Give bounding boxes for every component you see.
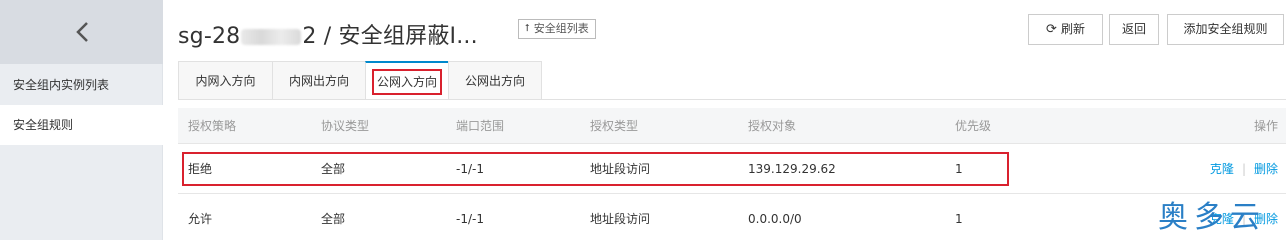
tab-intranet-outbound[interactable]: 内网出方向 [272,61,366,100]
col-actions: 操作 [1253,119,1278,133]
direction-tabs: 内网入方向 内网出方向 公网入方向 公网出方向 [178,61,542,100]
main-content: sg-28 2 / 安全组屏蔽I... ⭡ 安全组列表 ⟳ 刷新 返回 添加安全组规… [164,0,1286,240]
chevron-left-icon [75,22,88,42]
delete-link[interactable]: 删除 [1254,162,1278,176]
cell-auth-type: 地址段访问 [590,162,651,176]
upload-arrow-icon: ⭡ [525,23,530,34]
title-suffix: 2 / 安全组屏蔽I... [302,24,478,49]
table-row: 允许 全部 -1/-1 地址段访问 0.0.0.0/0 1 克隆 | 删除 [178,194,1286,240]
tab-divider [178,99,1286,100]
cell-policy: 允许 [188,212,213,226]
cell-protocol: 全部 [321,162,346,176]
col-policy: 授权策略 [188,119,237,133]
cell-target: 0.0.0.0/0 [748,212,802,226]
cell-priority: 1 [955,212,963,226]
tab-intranet-inbound[interactable]: 内网入方向 [178,61,273,100]
table-header: 授权策略 协议类型 端口范围 授权类型 授权对象 优先级 操作 [178,108,1286,144]
sg-list-button[interactable]: ⭡ 安全组列表 [518,19,596,39]
clone-link[interactable]: 克隆 [1210,162,1234,176]
title-prefix: sg-28 [178,24,241,49]
col-auth-type: 授权类型 [590,119,639,133]
cell-protocol: 全部 [321,212,346,226]
cell-policy: 拒绝 [188,162,213,176]
sidebar-item-instance-list[interactable]: 安全组内实例列表 [0,65,163,105]
col-port: 端口范围 [456,119,505,133]
refresh-button[interactable]: ⟳ 刷新 [1028,14,1103,45]
sidebar-item-sg-rules[interactable]: 安全组规则 [0,105,163,145]
add-rule-button[interactable]: 添加安全组规则 [1167,14,1284,45]
page-title: sg-28 2 / 安全组屏蔽I... [178,18,478,50]
action-separator: | [1241,162,1246,176]
redacted-id [241,29,302,45]
col-target: 授权对象 [748,119,797,133]
sidebar: 安全组内实例列表 安全组规则 [0,0,163,240]
col-priority: 优先级 [955,119,992,133]
cell-auth-type: 地址段访问 [590,212,651,226]
back-arrow-button[interactable] [0,0,163,64]
tab-internet-outbound[interactable]: 公网出方向 [448,61,542,100]
cell-priority: 1 [955,162,963,176]
sg-list-label: 安全组列表 [533,22,589,35]
refresh-label: 刷新 [1060,22,1085,36]
table-row: 拒绝 全部 -1/-1 地址段访问 139.129.29.62 1 克隆 | 删除 [178,144,1286,194]
cell-target: 139.129.29.62 [748,162,836,176]
return-button[interactable]: 返回 [1109,14,1159,45]
cell-port: -1/-1 [456,162,484,176]
watermark-logo: 奥多云 [1158,200,1266,235]
cell-actions: 克隆 | 删除 [1210,144,1278,194]
cell-port: -1/-1 [456,212,484,226]
refresh-icon: ⟳ [1046,22,1057,37]
tab-label-highlight: 公网入方向 [371,69,442,95]
tab-internet-inbound[interactable]: 公网入方向 [365,61,449,100]
rules-table: 授权策略 协议类型 端口范围 授权类型 授权对象 优先级 操作 拒绝 全部 -1… [178,108,1286,240]
col-protocol: 协议类型 [321,119,370,133]
